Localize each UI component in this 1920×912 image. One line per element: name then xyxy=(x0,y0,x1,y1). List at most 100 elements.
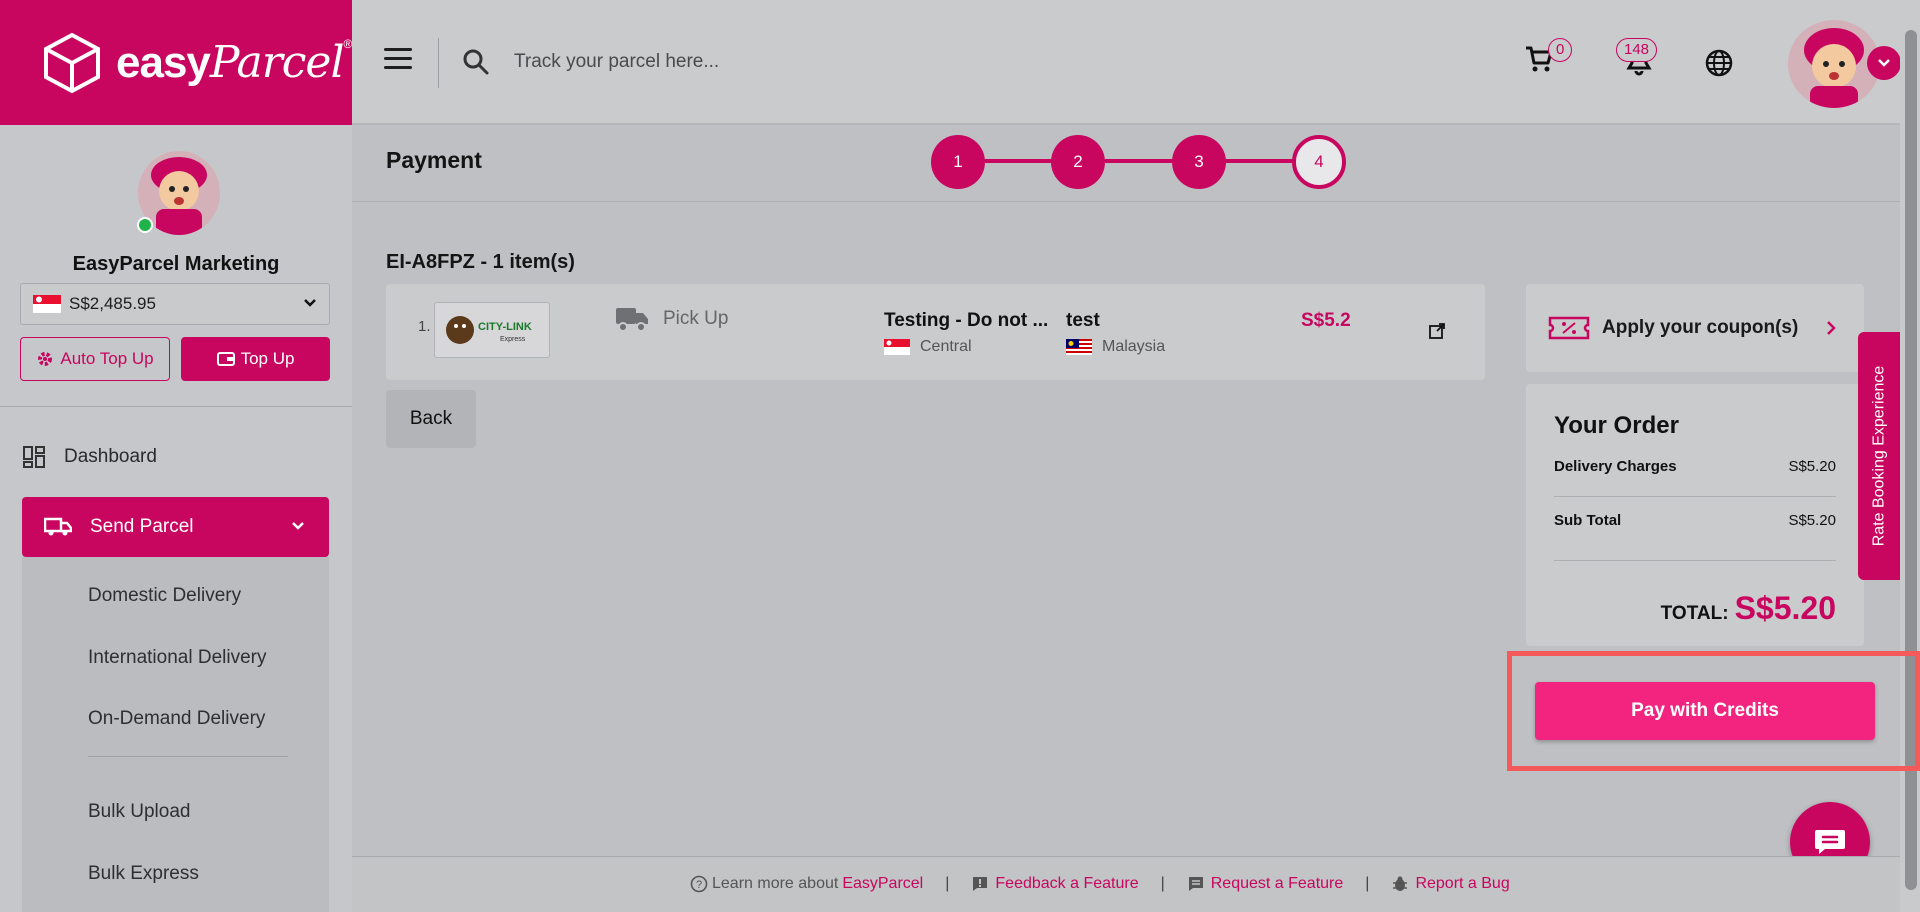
request-feature[interactable]: Request a Feature xyxy=(1187,875,1344,893)
service-type: Pick Up xyxy=(615,306,728,332)
citylink-logo-icon: CITY-LINK Express xyxy=(446,316,532,344)
order-summary: Your Order Delivery Charges S$5.20 Sub T… xyxy=(1526,384,1864,646)
feedback-icon xyxy=(973,877,988,891)
external-link-icon[interactable] xyxy=(1428,322,1446,340)
report-bug-link[interactable]: Report a Bug xyxy=(1415,875,1509,893)
step-4-active: 4 xyxy=(1292,135,1346,189)
feedback-feature[interactable]: Feedback a Feature xyxy=(971,875,1139,893)
singapore-flag-icon xyxy=(884,339,910,355)
svg-text:Express: Express xyxy=(500,336,526,343)
chevron-right-icon xyxy=(1827,321,1836,335)
menu-icon[interactable] xyxy=(384,48,412,70)
truck-icon xyxy=(44,517,72,536)
step-2: 2 xyxy=(1051,135,1105,189)
receiver-location: Malaysia xyxy=(1066,338,1165,356)
dashboard-icon xyxy=(23,446,45,468)
service-label: Pick Up xyxy=(663,308,729,329)
cart-button[interactable]: 0 xyxy=(1524,38,1573,79)
box-logo-icon xyxy=(44,32,100,93)
page-header: Payment xyxy=(352,127,1900,202)
order-heading: EI-A8FPZ - 1 item(s) xyxy=(386,251,575,273)
sub-total-row: Sub Total S$5.20 xyxy=(1554,512,1836,529)
sender-name: Testing - Do not ... xyxy=(884,310,1049,331)
learn-more: ? Learn more about EasyParcel xyxy=(690,875,923,893)
footer: ? Learn more about EasyParcel | Feedback… xyxy=(352,856,1900,912)
sidebar-item-label: Dashboard xyxy=(64,446,157,467)
sidebar-item-dashboard[interactable]: Dashboard xyxy=(22,437,157,477)
footer-separator: | xyxy=(945,875,950,892)
rate-tab-label: Rate Booking Experience xyxy=(1870,365,1887,547)
profile-name: EasyParcel Marketing xyxy=(72,253,280,275)
top-bar: 0 148 xyxy=(352,0,1901,125)
easyparcel-link[interactable]: EasyParcel xyxy=(842,875,923,893)
logo-wordmark: easyParcel® xyxy=(116,37,352,88)
notification-count-badge: 148 xyxy=(1616,38,1658,62)
feedback-feature-link[interactable]: Feedback a Feature xyxy=(995,875,1138,893)
footer-separator: | xyxy=(1160,875,1165,892)
bug-icon xyxy=(1393,876,1408,891)
delivery-charges-row: Delivery Charges S$5.20 xyxy=(1554,458,1836,475)
svg-text:?: ? xyxy=(696,879,702,891)
auto-top-up-button[interactable]: Auto Top Up xyxy=(20,337,170,381)
page-title: Payment xyxy=(386,147,482,173)
rate-booking-experience-tab[interactable]: Rate Booking Experience xyxy=(1858,332,1900,580)
footer-links: ? Learn more about EasyParcel | Feedback… xyxy=(690,875,1510,893)
sidebar-item-send-parcel[interactable]: Send Parcel xyxy=(22,497,329,557)
online-status-dot xyxy=(137,217,153,233)
send-parcel-submenu: Domestic Delivery International Delivery… xyxy=(22,557,329,912)
track-parcel-input[interactable] xyxy=(514,44,1014,80)
sidebar-item-domestic-delivery[interactable]: Domestic Delivery xyxy=(88,585,241,607)
top-up-button[interactable]: Top Up xyxy=(181,337,330,381)
balance-selector[interactable]: S$2,485.95 xyxy=(20,283,330,325)
account-dropdown-button[interactable] xyxy=(1867,46,1901,80)
sender-location: Central xyxy=(884,338,972,356)
stepper-line xyxy=(958,159,1318,163)
order-summary-title: Your Order xyxy=(1554,412,1679,439)
total-label: TOTAL: xyxy=(1660,603,1729,624)
cart-count-badge: 0 xyxy=(1548,38,1573,62)
apply-coupon-button[interactable]: Apply your coupon(s) xyxy=(1526,284,1864,372)
pay-with-credits-button[interactable]: Pay with Credits xyxy=(1535,682,1875,740)
singapore-flag-icon xyxy=(33,295,61,313)
page-scrollbar[interactable] xyxy=(1900,0,1920,912)
chevron-down-icon xyxy=(1878,59,1890,67)
globe-icon[interactable] xyxy=(1704,48,1734,78)
help-circle-icon: ? xyxy=(690,875,708,893)
sidebar-item-bulk-upload[interactable]: Bulk Upload xyxy=(88,801,190,823)
message-icon xyxy=(1188,877,1203,891)
wallet-icon xyxy=(216,352,235,366)
auto-top-up-label: Auto Top Up xyxy=(60,349,154,368)
sidebar-item-label: Send Parcel xyxy=(90,516,194,537)
courier-logo: CITY-LINK Express xyxy=(434,302,550,358)
request-feature-link[interactable]: Request a Feature xyxy=(1211,875,1344,893)
search-icon xyxy=(463,49,489,75)
step-3: 3 xyxy=(1172,135,1226,189)
truck-icon xyxy=(616,308,648,332)
total-value: S$5.20 xyxy=(1734,590,1836,626)
sidebar-divider xyxy=(0,406,352,407)
chat-icon xyxy=(1815,830,1845,854)
notifications-button[interactable]: 148 xyxy=(1616,38,1658,81)
back-button[interactable]: Back xyxy=(386,390,476,448)
coupon-label: Apply your coupon(s) xyxy=(1602,317,1799,338)
topbar-divider xyxy=(438,38,439,88)
sidebar-item-on-demand-delivery[interactable]: On-Demand Delivery xyxy=(88,708,265,730)
summary-divider xyxy=(1554,496,1836,497)
sidebar-item-international-delivery[interactable]: International Delivery xyxy=(88,647,266,669)
step-1: 1 xyxy=(931,135,985,189)
order-total: TOTAL: S$5.20 xyxy=(1661,590,1836,627)
order-item-row: 1. CITY-LINK Express Pick Up Testing - D… xyxy=(386,284,1485,380)
submenu-divider xyxy=(88,756,288,757)
chevron-down-icon xyxy=(292,522,304,530)
top-up-label: Top Up xyxy=(240,349,295,368)
coupon-icon xyxy=(1548,316,1590,340)
brand-logo[interactable]: easyParcel® xyxy=(0,0,352,125)
sidebar-item-bulk-express[interactable]: Bulk Express xyxy=(88,863,199,885)
order-price: S$5.2 xyxy=(1301,310,1351,331)
balance-amount: S$2,485.95 xyxy=(69,294,156,313)
receiver-name: test xyxy=(1066,310,1100,331)
order-item-index: 1. xyxy=(418,318,431,335)
report-bug[interactable]: Report a Bug xyxy=(1391,875,1510,893)
footer-separator: | xyxy=(1365,875,1370,892)
malaysia-flag-icon xyxy=(1066,339,1092,355)
